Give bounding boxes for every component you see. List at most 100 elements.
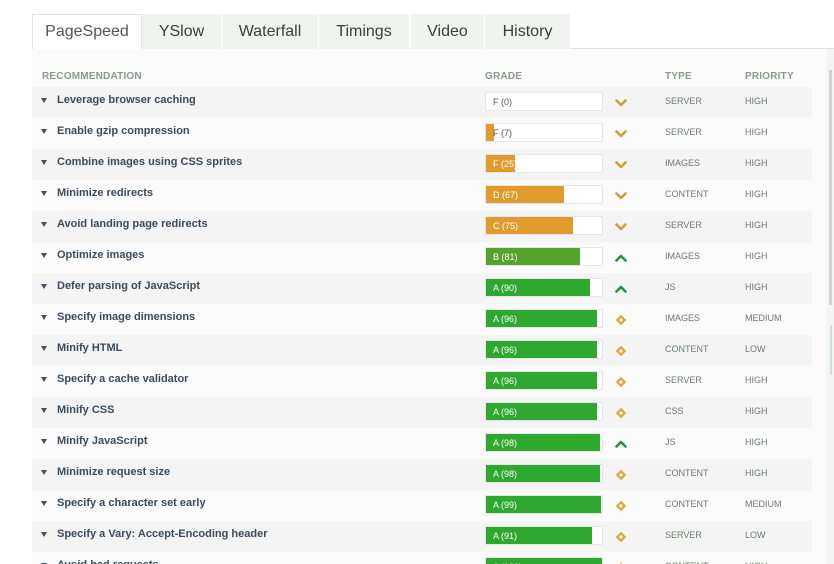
table-row[interactable]: Avoid bad requestsA (100)CONTENTHIGH — [32, 552, 812, 564]
grade-label: A (96) — [493, 345, 518, 355]
header-priority[interactable]: PRIORITY — [745, 71, 794, 82]
expand-caret-icon[interactable] — [41, 98, 47, 103]
recommendation-label[interactable]: Minimize redirects — [57, 187, 153, 199]
table-row[interactable]: Combine images using CSS sprites F (25) IM… — [32, 149, 812, 180]
type-label: SERVER — [665, 530, 702, 540]
tab-history[interactable]: History — [485, 14, 571, 49]
header-recommendation[interactable]: RECOMMENDATION — [42, 71, 142, 82]
scrollbar-marker — [830, 325, 832, 375]
grade-bar: A (91) — [485, 526, 603, 545]
recommendation-label[interactable]: Minify JavaScript — [57, 435, 147, 447]
recommendation-label[interactable]: Defer parsing of JavaScript — [57, 280, 200, 292]
grade-label: A (99) — [493, 500, 518, 510]
grade-label: B (81) — [493, 252, 518, 262]
diamond-icon — [615, 313, 627, 326]
grade-bar: F (25) — [485, 154, 603, 173]
priority-label: HIGH — [745, 127, 768, 137]
table-row[interactable]: Avoid landing page redirects C (75) SERVER… — [32, 211, 812, 242]
priority-label: MEDIUM — [745, 499, 782, 509]
table-row[interactable]: Specify a Vary: Accept-Encoding header A … — [32, 521, 812, 552]
expand-caret-icon[interactable] — [41, 284, 47, 289]
tab-waterfall[interactable]: Waterfall — [222, 14, 319, 49]
expand-caret-icon[interactable] — [41, 346, 47, 351]
grade-label: A (96) — [493, 407, 518, 417]
table-row[interactable]: Optimize images B (81) IMAGES HIGH — [32, 242, 812, 273]
table-row[interactable]: Minimize request size A (98) CONTENT HIGH — [32, 459, 812, 490]
chevron-up-icon — [615, 437, 627, 449]
recommendation-label[interactable]: Leverage browser caching — [57, 94, 196, 106]
tab-yslow[interactable]: YSlow — [142, 14, 222, 49]
type-label: IMAGES — [665, 251, 701, 261]
expand-caret-icon[interactable] — [41, 501, 47, 506]
tab-pagespeed[interactable]: PageSpeed — [32, 14, 142, 50]
recommendation-label[interactable]: Combine images using CSS sprites — [57, 156, 242, 168]
priority-label: HIGH — [745, 189, 768, 199]
grade-label: F (25) — [493, 159, 518, 169]
table-row[interactable]: Specify a cache validator A (96) SERVER HIG… — [32, 366, 812, 397]
chevron-down-icon — [615, 189, 627, 201]
chevron-down-icon — [615, 127, 627, 139]
recommendation-label[interactable]: Minify CSS — [57, 404, 114, 416]
type-label: SERVER — [665, 375, 702, 385]
table-row[interactable]: Minimize redirects D (67) CONTENT HIGH — [32, 180, 812, 211]
priority-label: HIGH — [745, 282, 768, 292]
grade-bar: A (100) — [485, 557, 603, 564]
chevron-down-icon — [615, 220, 627, 232]
chevron-up-icon — [615, 251, 627, 263]
grade-bar: B (81) — [485, 247, 603, 266]
recommendation-label[interactable]: Specify image dimensions — [57, 311, 195, 323]
grade-label: D (67) — [493, 190, 519, 200]
tab-timings[interactable]: Timings — [319, 14, 410, 49]
table-row[interactable]: Minify JavaScript A (98) JS HIGH — [32, 428, 812, 459]
table-row[interactable]: Specify a character set early A (99) CONTE… — [32, 490, 812, 521]
header-type[interactable]: TYPE — [665, 71, 692, 82]
expand-caret-icon[interactable] — [41, 222, 47, 227]
table-row[interactable]: Leverage browser caching F (0) SERVER HIGH — [32, 87, 812, 118]
tab-video[interactable]: Video — [411, 14, 485, 49]
recommendation-label[interactable]: Optimize images — [57, 249, 144, 261]
expand-caret-icon[interactable] — [41, 439, 47, 444]
chevron-down-icon — [615, 158, 627, 170]
diamond-icon — [615, 375, 627, 388]
table-row[interactable]: Minify HTML A (96) CONTENT LOW — [32, 335, 812, 366]
grade-label: A (91) — [493, 531, 518, 541]
expand-caret-icon[interactable] — [41, 191, 47, 196]
recommendation-label[interactable]: Avoid bad requests — [57, 559, 159, 564]
diamond-icon — [615, 499, 627, 512]
recommendation-label[interactable]: Specify a cache validator — [57, 373, 188, 385]
recommendation-label[interactable]: Specify a character set early — [57, 497, 206, 509]
recommendation-label[interactable]: Enable gzip compression — [57, 125, 190, 137]
expand-caret-icon[interactable] — [41, 160, 47, 165]
expand-caret-icon[interactable] — [41, 253, 47, 258]
chevron-up-icon — [615, 282, 627, 294]
grade-bar: D (67) — [485, 185, 603, 204]
grade-label: F (0) — [493, 97, 512, 107]
expand-caret-icon[interactable] — [41, 408, 47, 413]
grade-label: F (7) — [493, 128, 512, 138]
priority-label: HIGH — [745, 96, 768, 106]
recommendation-label[interactable]: Specify a Vary: Accept-Encoding header — [57, 528, 268, 540]
expand-caret-icon[interactable] — [41, 377, 47, 382]
table-row[interactable]: Enable gzip compression F (7) SERVER HIGH — [32, 118, 812, 149]
type-label: JS — [665, 437, 676, 447]
diamond-icon — [615, 406, 627, 419]
table-row[interactable]: Minify CSS A (96) CSS HIGH — [32, 397, 812, 428]
header-grade[interactable]: GRADE — [485, 71, 522, 82]
grade-bar: A (96) — [485, 340, 603, 359]
table-row[interactable]: Specify image dimensions A (96) IMAGES MEDI… — [32, 304, 812, 335]
grade-label: A (98) — [493, 438, 518, 448]
type-label: CSS — [665, 406, 684, 416]
expand-caret-icon[interactable] — [41, 532, 47, 537]
scrollbar-thumb[interactable] — [829, 70, 832, 305]
table-row[interactable]: Defer parsing of JavaScript A (90) JS HIGH — [32, 273, 812, 304]
recommendation-label[interactable]: Avoid landing page redirects — [57, 218, 208, 230]
recommendation-label[interactable]: Minify HTML — [57, 342, 122, 354]
type-label: IMAGES — [665, 313, 701, 323]
diamond-icon — [615, 468, 627, 481]
recommendation-label[interactable]: Minimize request size — [57, 466, 170, 478]
expand-caret-icon[interactable] — [41, 129, 47, 134]
expand-caret-icon[interactable] — [41, 470, 47, 475]
grade-bar: F (0) — [485, 92, 603, 111]
grade-bar: A (98) — [485, 464, 603, 483]
expand-caret-icon[interactable] — [41, 315, 47, 320]
